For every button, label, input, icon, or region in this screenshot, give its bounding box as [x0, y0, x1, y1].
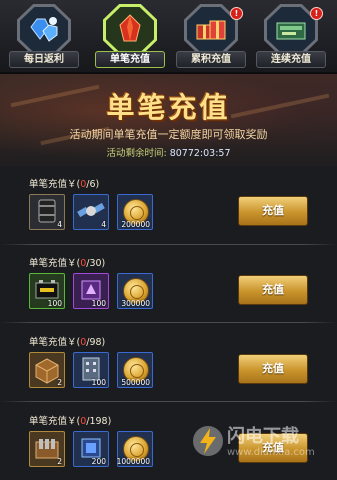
- item-quantity: 100: [47, 299, 62, 308]
- event-banner: 单笔充值 活动期间单笔充值一定额度即可领取奖励 活动剩余时间: 80772:03…: [0, 74, 337, 166]
- item-quantity: 2: [57, 457, 62, 466]
- tier-title: 单笔充值￥(0/98): [29, 334, 105, 348]
- divider: [0, 322, 337, 323]
- timer-value: 80772:03:57: [169, 148, 231, 159]
- reward-tier: 单笔充值￥(0/6) 4 4 200000 充值: [0, 176, 337, 236]
- watermark-text: 闪电下载: [227, 426, 299, 447]
- satellite-icon[interactable]: 4: [73, 194, 109, 230]
- lightning-logo-icon: [193, 426, 223, 456]
- gold-coin-icon[interactable]: 200000: [117, 194, 153, 230]
- recharge-button[interactable]: 充值: [238, 275, 308, 305]
- tier-label: 单笔充值￥(: [29, 416, 81, 427]
- weapon-crate-icon: [274, 13, 308, 45]
- building-icon[interactable]: 100: [73, 352, 109, 388]
- divider: [0, 244, 337, 245]
- tier-title: 单笔充值￥(0/6): [29, 176, 99, 190]
- top-tab-bar: 每日返利 单笔充值 累积充值 ! 连续充值 !: [0, 0, 337, 74]
- tier-progress-target: /98): [86, 337, 106, 348]
- banner-subtitle: 活动期间单笔充值一定额度即可领取奖励: [69, 128, 268, 141]
- item-quantity: 4: [101, 220, 106, 229]
- tier-label: 单笔充值￥(: [29, 258, 81, 269]
- supply-crate-icon[interactable]: 2: [29, 352, 65, 388]
- tier-progress-target: /6): [86, 179, 100, 190]
- item-quantity: 300000: [121, 299, 150, 308]
- alert-badge: !: [310, 7, 323, 20]
- gift-boxes-icon: [194, 13, 228, 45]
- divider: [0, 401, 337, 402]
- item-quantity: 2: [57, 378, 62, 387]
- red-crystal-icon: [113, 13, 147, 45]
- item-quantity: 200: [91, 457, 106, 466]
- tab-cumulative-recharge[interactable]: 累积充值 !: [176, 4, 246, 70]
- reward-tier: 单笔充值￥(0/30) 100 100 300000 充值: [0, 255, 337, 315]
- item-quantity: 100: [91, 378, 106, 387]
- item-quantity: 200000: [121, 220, 150, 229]
- tab-label: 累积充值: [176, 51, 246, 68]
- watermark: 闪电下载 www.dianxia.com: [192, 420, 332, 464]
- blue-chip-icon[interactable]: 200: [73, 431, 109, 467]
- alert-badge: !: [230, 7, 243, 20]
- banner-title: 单笔充值: [106, 91, 231, 124]
- tier-title: 单笔充值￥(0/198): [29, 413, 111, 427]
- tab-single-recharge[interactable]: 单笔充值: [95, 4, 165, 70]
- watermark-url: www.dianxia.com: [227, 447, 315, 458]
- event-timer: 活动剩余时间: 80772:03:57: [0, 145, 337, 159]
- tab-label: 连续充值: [256, 51, 326, 68]
- recharge-button[interactable]: 充值: [238, 354, 308, 384]
- gems-icon: [27, 13, 61, 45]
- gold-coin-icon[interactable]: 300000: [117, 273, 153, 309]
- tab-continuous-recharge[interactable]: 连续充值 !: [256, 4, 326, 70]
- tier-title: 单笔充值￥(0/30): [29, 255, 105, 269]
- gold-coin-icon[interactable]: 500000: [117, 352, 153, 388]
- oil-barrel-icon[interactable]: 4: [29, 194, 65, 230]
- tab-daily-rebate[interactable]: 每日返利: [9, 4, 79, 70]
- tier-progress-target: /198): [86, 416, 112, 427]
- timer-label: 活动剩余时间:: [106, 148, 167, 159]
- item-quantity: 4: [57, 220, 62, 229]
- recharge-button[interactable]: 充值: [238, 196, 308, 226]
- tab-label: 单笔充值: [95, 51, 165, 68]
- gold-coin-icon[interactable]: 1000000: [117, 431, 153, 467]
- tier-label: 单笔充值￥(: [29, 179, 81, 190]
- item-quantity: 1000000: [116, 457, 150, 466]
- item-quantity: 500000: [121, 378, 150, 387]
- item-quantity: 100: [91, 299, 106, 308]
- tab-label: 每日返利: [9, 51, 79, 68]
- tier-progress-target: /30): [86, 258, 106, 269]
- purple-chip-icon[interactable]: 100: [73, 273, 109, 309]
- battery-icon[interactable]: 100: [29, 273, 65, 309]
- reward-tier: 单笔充值￥(0/98) 2 100 500000 充值: [0, 334, 337, 394]
- tier-label: 单笔充值￥(: [29, 337, 81, 348]
- ammo-crate-icon[interactable]: 2: [29, 431, 65, 467]
